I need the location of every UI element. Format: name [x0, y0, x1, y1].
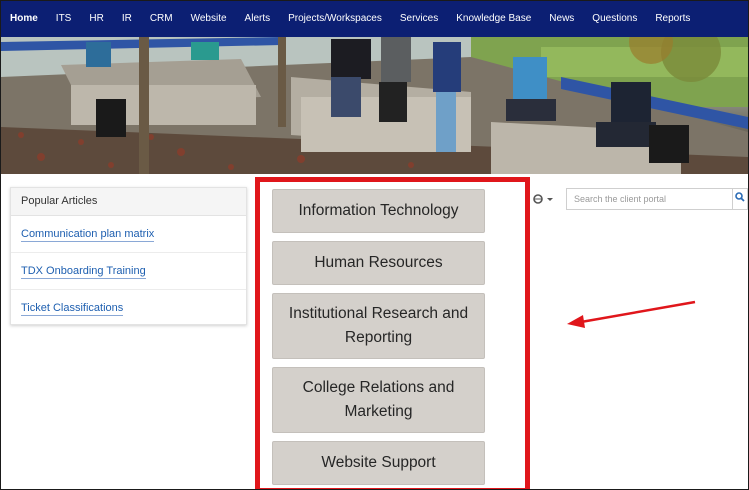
nav-knowledge-base[interactable]: Knowledge Base: [447, 1, 540, 37]
popular-articles-panel: Popular Articles Communication plan matr…: [10, 187, 247, 325]
service-button-human-resources[interactable]: Human Resources: [272, 241, 485, 285]
red-arrow-annotation: [567, 300, 696, 328]
service-button-website-support[interactable]: Website Support: [272, 441, 485, 485]
highlighted-services-box: Information Technology Human Resources I…: [255, 177, 530, 489]
article-link[interactable]: Ticket Classifications: [11, 290, 246, 326]
article-link[interactable]: TDX Onboarding Training: [11, 253, 246, 290]
popular-articles-title: Popular Articles: [11, 188, 246, 216]
nav-projects-workspaces[interactable]: Projects/Workspaces: [279, 1, 391, 37]
service-button-information-technology[interactable]: Information Technology: [272, 189, 485, 233]
nav-reports[interactable]: Reports: [646, 1, 699, 37]
nav-questions[interactable]: Questions: [583, 1, 646, 37]
search-button[interactable]: [732, 188, 748, 210]
hero-banner-photo: [1, 37, 748, 174]
top-navigation: Home ITS HR IR CRM Website Alerts Projec…: [1, 1, 748, 37]
article-link-text[interactable]: TDX Onboarding Training: [21, 265, 146, 279]
nav-news[interactable]: News: [540, 1, 583, 37]
globe-dropdown-icon: [533, 194, 553, 204]
students-campus-photo: [1, 37, 748, 174]
search-icon: [735, 192, 745, 202]
portal-window: Home ITS HR IR CRM Website Alerts Projec…: [0, 0, 749, 490]
nav-services[interactable]: Services: [391, 1, 447, 37]
service-button-college-relations[interactable]: College Relations and Marketing: [272, 367, 485, 433]
nav-alerts[interactable]: Alerts: [236, 1, 280, 37]
nav-ir[interactable]: IR: [113, 1, 141, 37]
nav-hr[interactable]: HR: [80, 1, 112, 37]
nav-website[interactable]: Website: [182, 1, 236, 37]
globe-icon[interactable]: [533, 193, 555, 208]
article-link-text[interactable]: Ticket Classifications: [21, 302, 124, 316]
nav-its[interactable]: ITS: [47, 1, 81, 37]
article-link[interactable]: Communication plan matrix: [11, 216, 246, 253]
nav-crm[interactable]: CRM: [141, 1, 182, 37]
article-link-text[interactable]: Communication plan matrix: [21, 228, 155, 242]
nav-home[interactable]: Home: [1, 1, 47, 37]
search-input[interactable]: [566, 188, 732, 210]
service-button-institutional-research[interactable]: Institutional Research and Reporting: [272, 293, 485, 359]
